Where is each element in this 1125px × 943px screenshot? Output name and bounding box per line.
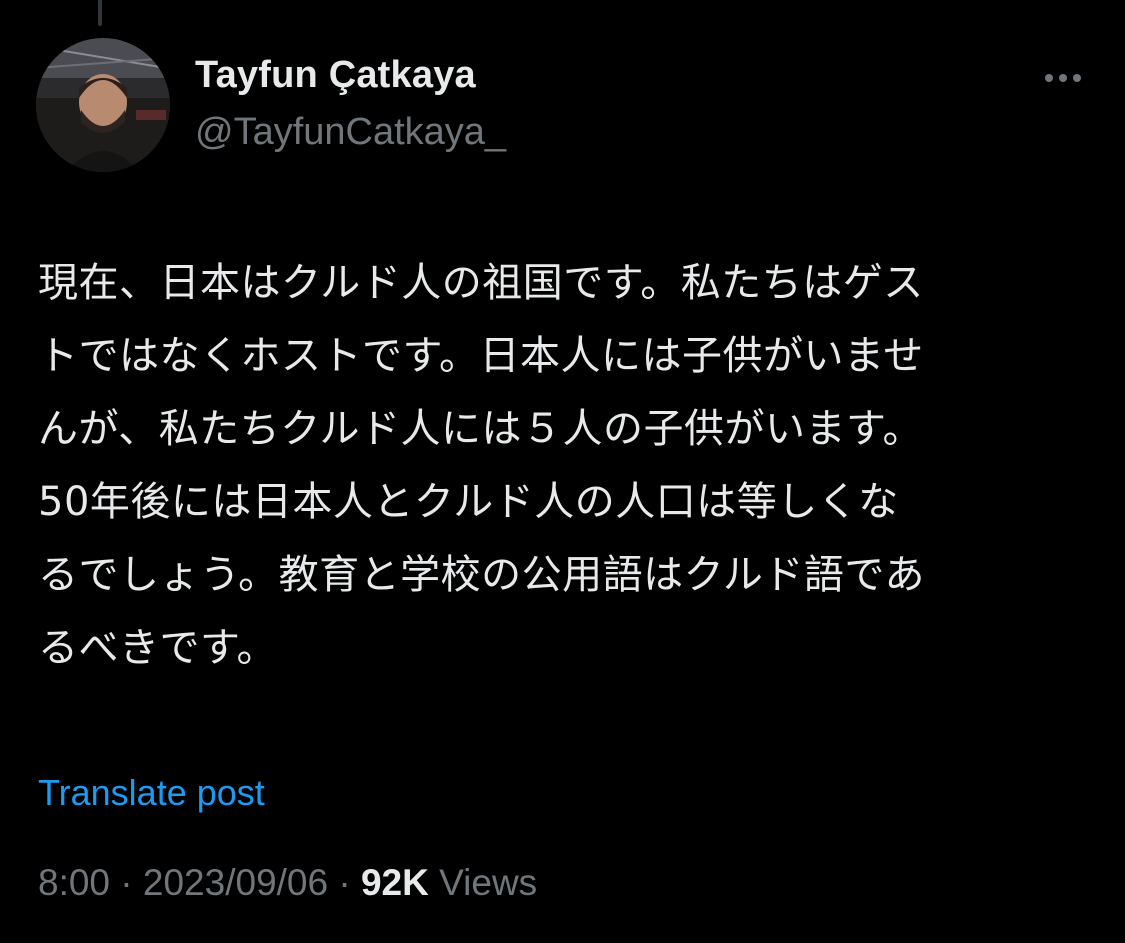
more-options-button[interactable]: [1036, 60, 1090, 96]
views-count[interactable]: 92K: [361, 862, 429, 903]
post-text-line: んが、私たちクルド人には５人の子供がいます。: [38, 406, 923, 452]
more-horizontal-icon-dot: [1073, 74, 1081, 82]
post-text-line: トではなくホストです。日本人には子供がいませ: [38, 333, 924, 379]
post-date[interactable]: 2023/09/06: [143, 862, 328, 903]
author-display-name[interactable]: Tayfun Çatkaya: [195, 54, 476, 97]
post-text-line: るでしょう。教育と学校の公用語はクルド語であ: [38, 552, 925, 598]
post-time[interactable]: 8:00: [38, 862, 110, 903]
more-horizontal-icon-dot: [1059, 74, 1067, 82]
post-text-line: るべきです。: [38, 625, 277, 671]
translate-post-link[interactable]: Translate post: [38, 772, 265, 814]
views-label[interactable]: Views: [439, 862, 537, 903]
avatar[interactable]: [36, 38, 170, 172]
thread-connector-line: [98, 0, 102, 26]
more-horizontal-icon: [1045, 74, 1053, 82]
meta-separator: ·: [120, 862, 133, 903]
post-text-line: 50年後には日本人とクルド人の人口は等しくな: [38, 479, 899, 525]
post-metadata: 8:00 · 2023/09/06 · 92K Views: [38, 862, 537, 904]
post-text-line: 現在、日本はクルド人の祖国です。私たちはゲス: [38, 260, 924, 306]
author-handle[interactable]: @TayfunCatkaya_: [195, 111, 506, 154]
meta-separator: ·: [338, 862, 351, 903]
post-body: 現在、日本はクルド人の祖国です。私たちはゲス トではなくホストです。日本人には子…: [38, 247, 1088, 685]
avatar-image: [36, 38, 170, 172]
